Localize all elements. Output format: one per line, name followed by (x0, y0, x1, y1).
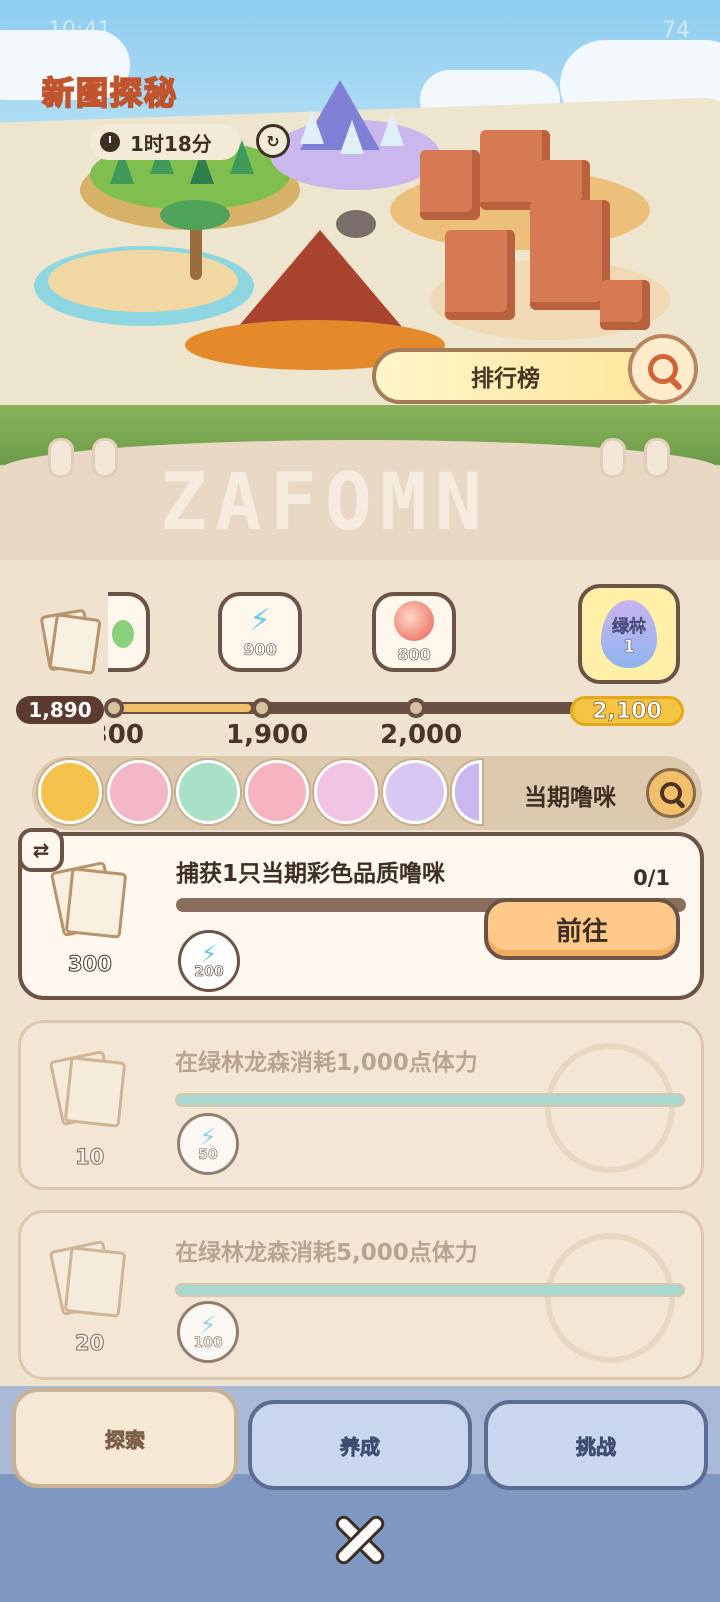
ticket-currency-icon (38, 608, 102, 675)
energy-reward: 50 (198, 1147, 218, 1164)
egg-icon: 绿林 1 (601, 600, 657, 668)
page-title: 新图探秘 (41, 73, 179, 113)
creature-pink-creature[interactable] (107, 760, 171, 824)
task-title: 在绿林龙森消耗5,000点体力 (175, 1240, 478, 1266)
ticket-icon (48, 1239, 129, 1329)
progress-fill (110, 704, 251, 712)
clock-icon (100, 132, 120, 152)
banner-hook (644, 438, 670, 478)
magnifier-icon (660, 782, 682, 804)
energy-bolt-icon: ⚡ (199, 1311, 217, 1339)
completed-stamp-icon (545, 1233, 675, 1363)
energy-bolt-icon: ⚡ (199, 1123, 217, 1151)
ticket-reward: 300 (68, 952, 113, 977)
reward-value: 900 (243, 639, 277, 659)
energy-reward: 100 (193, 1335, 223, 1352)
banner-hook (48, 438, 74, 478)
leaderboard-button[interactable]: 排行榜 (372, 348, 672, 404)
banner-logo-text: ZAFOMN (160, 458, 490, 548)
milestone-label: 1,900 (226, 720, 309, 750)
tab-challenge[interactable]: 挑战 (484, 1400, 708, 1490)
creature-search-button[interactable] (646, 768, 696, 818)
creature-rose-creature[interactable] (245, 760, 309, 824)
ticket-reward: 10 (74, 1145, 105, 1170)
banner-hook (600, 438, 626, 478)
progress-node (104, 698, 124, 718)
task-count: 0/1 (633, 866, 670, 890)
progress-node (252, 698, 272, 718)
milestone-label: 2,000 (380, 720, 463, 750)
egg-label: 绿林 (612, 616, 647, 637)
current-creatures-label: 当期噜咪 (524, 785, 616, 811)
tab-explore[interactable]: 探索 (12, 1388, 238, 1488)
ticket-icon (49, 860, 130, 950)
ticket-icon (48, 1049, 129, 1139)
reward-value: 800 (397, 644, 431, 664)
energy-bolt-icon: ⚡ (249, 602, 271, 638)
leaderboard-search-button[interactable] (628, 334, 698, 404)
task-progress-bar (175, 1283, 685, 1297)
creature-lilac-creature[interactable] (314, 760, 378, 824)
creature-green-creature[interactable] (176, 760, 240, 824)
energy-reward-chip: ⚡ 100 (177, 1301, 239, 1363)
fruit-orb-icon (394, 600, 434, 641)
task-card-completed: 10 在绿林龙森消耗1,000点体力 ⚡ 50 (18, 1020, 704, 1190)
event-timer: 1时18分 (90, 124, 240, 160)
timer-refresh-icon[interactable]: ↻ (256, 124, 290, 158)
task-title: 在绿林龙森消耗1,000点体力 (175, 1050, 478, 1076)
energy-reward-chip: ⚡ 200 (178, 930, 240, 992)
timer-text: 1时18分 (130, 131, 212, 156)
leaderboard-label: 排行榜 (471, 366, 540, 392)
reward-card-energy[interactable]: ⚡ 900 (218, 592, 302, 672)
progress-node (406, 698, 426, 718)
close-button[interactable] (332, 1512, 388, 1568)
task-card-completed: 20 在绿林龙森消耗5,000点体力 ⚡ 100 (18, 1210, 704, 1380)
task-title: 捕获1只当期彩色品质噜咪 (176, 861, 446, 887)
reward-card-partial[interactable] (108, 592, 150, 672)
current-points: 1,890 (16, 696, 104, 724)
goal-points: 2,100 (570, 696, 684, 726)
energy-reward: 200 (194, 964, 224, 981)
completed-stamp-icon (545, 1043, 675, 1173)
tab-nurture[interactable]: 养成 (248, 1400, 472, 1490)
energy-bolt-icon: ⚡ (200, 940, 218, 968)
creature-owl-creature[interactable] (383, 760, 447, 824)
ticket-reward: 20 (74, 1331, 105, 1356)
egg-count: 1 (623, 636, 635, 657)
creature-orange-creature[interactable] (38, 760, 102, 824)
energy-reward-chip: ⚡ 50 (177, 1113, 239, 1175)
egg-reward-card[interactable]: 绿林 1 (578, 584, 680, 684)
go-button[interactable]: 前往 (484, 898, 680, 960)
task-card-active: ⇄ 300 捕获1只当期彩色品质噜咪 0/1 ⚡ 200 前往 (18, 828, 704, 1000)
reward-card-fruit[interactable]: 800 (372, 592, 456, 672)
magnifier-icon (648, 354, 678, 384)
banner-hook (92, 438, 118, 478)
task-progress-bar (175, 1093, 685, 1107)
milestone-label: 300 (104, 720, 144, 750)
